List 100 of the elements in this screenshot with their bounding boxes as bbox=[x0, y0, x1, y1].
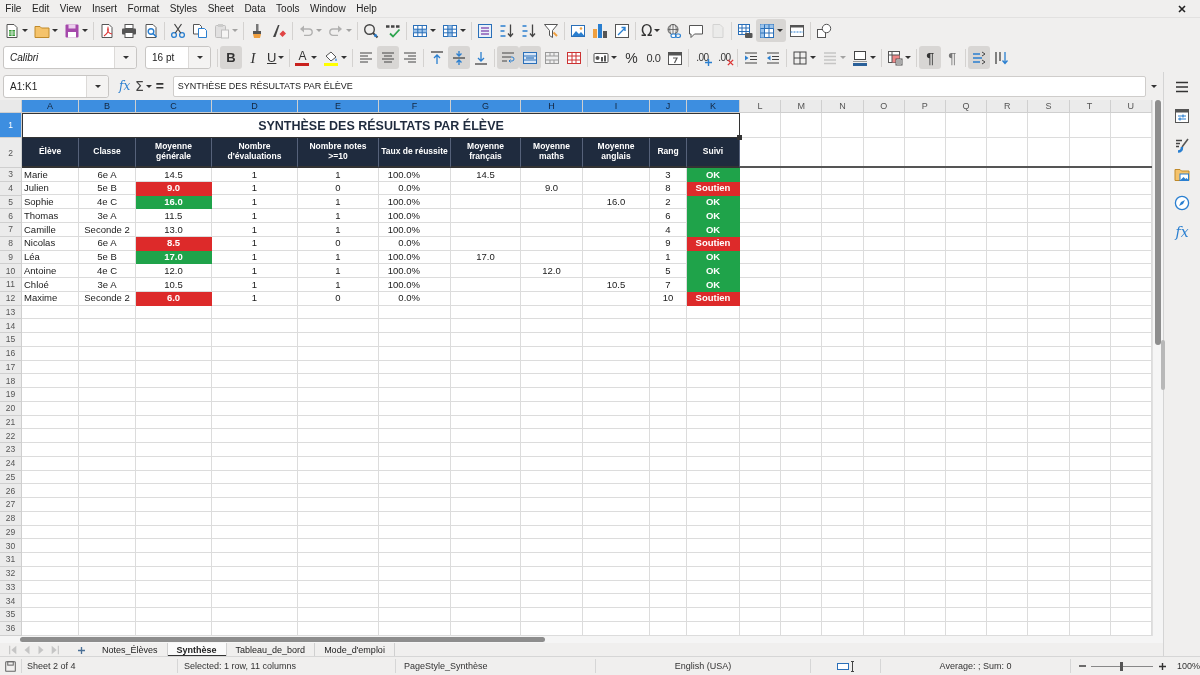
dropdown-button[interactable] bbox=[188, 47, 210, 68]
caret-icon bbox=[94, 84, 101, 88]
sheet-tab[interactable]: Notes_Élèves bbox=[93, 643, 168, 657]
row-header[interactable]: 14 bbox=[0, 319, 22, 333]
zoom-slider-thumb[interactable] bbox=[1120, 661, 1123, 671]
number-button[interactable]: 0.0 bbox=[642, 46, 665, 69]
column-header[interactable]: R bbox=[987, 100, 1029, 113]
column-header[interactable]: Q bbox=[945, 100, 988, 113]
row-header[interactable]: 34 bbox=[0, 594, 22, 608]
sidebar-handle[interactable] bbox=[1161, 340, 1165, 390]
horizontal-scrollbar[interactable] bbox=[0, 636, 1163, 643]
special-character-button[interactable]: Ω bbox=[638, 19, 664, 42]
menu-item[interactable]: View bbox=[54, 0, 87, 17]
menu-item[interactable]: Format bbox=[122, 0, 165, 17]
row-header[interactable]: 3 bbox=[0, 168, 22, 182]
column-header[interactable]: M bbox=[781, 100, 823, 113]
column-header[interactable]: A bbox=[22, 100, 79, 113]
row-header[interactable]: 18 bbox=[0, 374, 22, 388]
column-header[interactable]: T bbox=[1069, 100, 1111, 113]
row-header[interactable]: 19 bbox=[0, 388, 22, 402]
name-box[interactable]: A1:K1 bbox=[3, 74, 109, 98]
column-header[interactable]: B bbox=[79, 100, 136, 113]
column-header[interactable]: I bbox=[583, 100, 650, 113]
row-header[interactable]: 15 bbox=[0, 333, 22, 347]
row-header[interactable]: 23 bbox=[0, 443, 22, 457]
menu-item[interactable]: Tools bbox=[270, 0, 305, 17]
add-decimal-button[interactable]: .00 bbox=[691, 46, 714, 69]
row-header[interactable]: 11 bbox=[0, 278, 22, 292]
functions-button[interactable]: fx bbox=[1170, 220, 1194, 243]
row-header[interactable]: 22 bbox=[0, 429, 22, 443]
zoom-in-button[interactable] bbox=[1157, 661, 1167, 671]
column-header[interactable]: L bbox=[740, 100, 782, 113]
column-header[interactable]: H bbox=[521, 100, 583, 113]
bold-button[interactable]: B bbox=[220, 46, 242, 69]
menu-item[interactable]: Edit bbox=[26, 0, 55, 17]
merge-center-button[interactable] bbox=[519, 46, 542, 69]
table-cell-text: 1 bbox=[250, 181, 259, 196]
column-header[interactable]: E bbox=[298, 100, 379, 113]
column-header[interactable]: K bbox=[687, 100, 740, 113]
menu-item[interactable]: Window bbox=[304, 0, 351, 17]
row-header[interactable]: 26 bbox=[0, 484, 22, 498]
font-name-field[interactable]: Calibri bbox=[3, 46, 137, 69]
column-header[interactable]: G bbox=[451, 100, 521, 113]
column-header[interactable]: C bbox=[136, 100, 212, 113]
fill-handle[interactable] bbox=[737, 135, 742, 140]
column-header[interactable]: S bbox=[1028, 100, 1070, 113]
font-size-field[interactable]: 16 pt bbox=[145, 46, 211, 69]
menu-item[interactable]: Data bbox=[239, 0, 271, 17]
vertical-scrollbar[interactable] bbox=[1152, 100, 1163, 636]
spreadsheet-grid[interactable] bbox=[0, 100, 1152, 636]
underline-button[interactable]: U bbox=[264, 46, 288, 69]
sum-button[interactable]: Σ bbox=[134, 76, 153, 96]
menu-item[interactable]: Styles bbox=[164, 0, 203, 17]
function-wizard-button[interactable]: fx bbox=[118, 76, 132, 96]
row-header[interactable]: 30 bbox=[0, 539, 22, 553]
dropdown-button[interactable] bbox=[114, 47, 136, 68]
column-header[interactable]: O bbox=[863, 100, 905, 113]
formula-input[interactable]: SYNTHÈSE DES RÉSULTATS PAR ÉLÈVE bbox=[172, 75, 1146, 97]
sheet-tab[interactable]: Tableau_de_bord bbox=[226, 643, 316, 657]
text-horizontal-button[interactable] bbox=[968, 46, 991, 69]
menu-item[interactable]: Insert bbox=[86, 0, 123, 17]
sheet-tab[interactable]: Synthèse bbox=[167, 643, 227, 657]
scrollbar-thumb[interactable] bbox=[20, 637, 545, 642]
column-heading: Nombre notes >=10 bbox=[298, 138, 379, 168]
right-to-left-button[interactable]: ¶ bbox=[941, 46, 964, 69]
language[interactable]: English (USA) bbox=[674, 661, 732, 671]
left-to-right-button[interactable]: ¶ bbox=[919, 46, 942, 69]
row-header[interactable]: 31 bbox=[0, 553, 22, 567]
formula-button[interactable]: = bbox=[154, 76, 169, 96]
scrollbar-thumb[interactable] bbox=[1155, 100, 1161, 345]
column-header[interactable]: U bbox=[1110, 100, 1152, 113]
row-header[interactable]: 6 bbox=[0, 209, 22, 223]
column-header[interactable]: F bbox=[379, 100, 451, 113]
row-header[interactable]: 27 bbox=[0, 498, 22, 512]
table-cell-text: 7 bbox=[664, 278, 672, 292]
menu-item[interactable]: Help bbox=[350, 0, 383, 17]
row-header[interactable]: 2 bbox=[0, 138, 22, 168]
menu-item[interactable]: File bbox=[0, 0, 27, 17]
column-header[interactable]: D bbox=[212, 100, 298, 113]
menu-item[interactable]: Sheet bbox=[202, 0, 240, 17]
column-header[interactable]: P bbox=[904, 100, 946, 113]
dropdown-button[interactable] bbox=[86, 75, 108, 97]
row-header[interactable]: 35 bbox=[0, 608, 22, 622]
add-sheet-button[interactable] bbox=[75, 644, 87, 656]
sheet-tab[interactable]: Mode_d'emploi bbox=[315, 643, 395, 657]
close-document-button[interactable] bbox=[1177, 3, 1187, 14]
percent-button[interactable]: % bbox=[620, 46, 643, 69]
column-heading: Moyenne français bbox=[451, 138, 521, 168]
column-header[interactable]: J bbox=[650, 100, 687, 113]
row-header[interactable]: 10 bbox=[0, 264, 22, 278]
zoom-level[interactable]: 100% bbox=[1177, 661, 1200, 671]
row-header[interactable]: 7 bbox=[0, 223, 22, 237]
font-color-button[interactable]: A bbox=[292, 46, 321, 69]
freeze-button[interactable] bbox=[756, 19, 787, 42]
rectangle-cursor-icon[interactable] bbox=[836, 660, 855, 672]
delete-decimal-button[interactable]: .00 bbox=[713, 46, 736, 69]
column-header[interactable]: N bbox=[822, 100, 864, 113]
align-middle-button[interactable] bbox=[448, 46, 471, 69]
align-bottom-icon bbox=[473, 49, 490, 66]
italic-button[interactable]: I bbox=[242, 46, 264, 69]
